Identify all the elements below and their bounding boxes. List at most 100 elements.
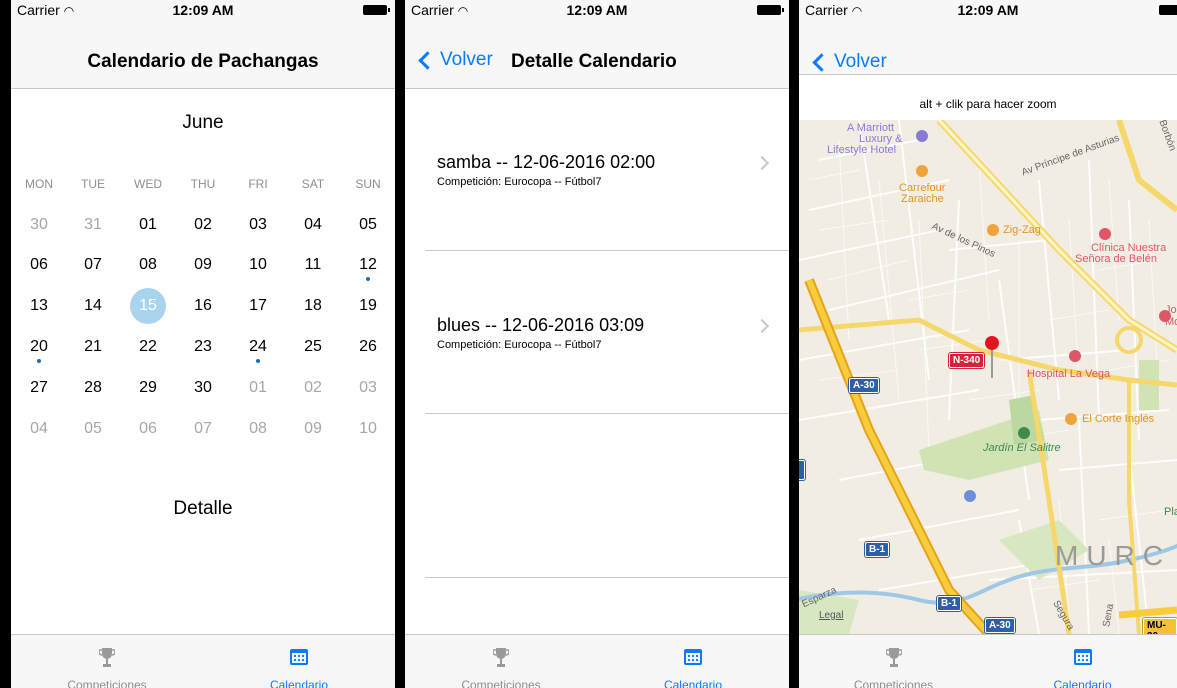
weekday-label: SUN: [355, 177, 381, 191]
calendar-day[interactable]: 06: [130, 411, 166, 447]
detail-label: Detalle: [173, 498, 233, 519]
calendar-day[interactable]: 17: [240, 288, 276, 324]
event-title: samba -- 12-06-2016 02:00: [437, 152, 656, 172]
calendar-day[interactable]: 19: [350, 288, 386, 324]
map-label: El Corte Inglés: [1082, 413, 1155, 425]
calendar-day[interactable]: 30: [185, 370, 221, 406]
tab-calendario[interactable]: Calendario: [988, 635, 1177, 688]
calendar-day[interactable]: 29: [130, 370, 166, 406]
map-screen: Carrier ◠ 12:09 AM Volver alt + clik para…: [799, 0, 1177, 688]
battery-icon: [363, 5, 390, 15]
trophy-icon: [99, 648, 115, 667]
map-label: Señora de Belén: [1075, 253, 1157, 265]
divider: [425, 250, 789, 251]
calendar-day[interactable]: 08: [240, 411, 276, 447]
calendar-day[interactable]: 22: [130, 329, 166, 365]
legal-link[interactable]: Legal: [819, 610, 843, 621]
calendar-day[interactable]: 28: [75, 370, 111, 406]
back-button[interactable]: Volver: [811, 51, 887, 73]
calendar-day[interactable]: 04: [21, 411, 57, 447]
event-dot: [256, 359, 260, 363]
calendar-day[interactable]: 08: [130, 247, 166, 283]
weekday-label: WED: [134, 177, 162, 191]
calendar-day[interactable]: 09: [185, 247, 221, 283]
map-label: Lifestyle Hotel: [827, 144, 897, 156]
detail-screen: Carrier ◠ 12:09 AM Volver Detalle Calenda…: [405, 0, 789, 688]
calendar-day[interactable]: 31: [75, 207, 111, 243]
battery-icon: [1159, 5, 1177, 15]
trophy-icon: [885, 648, 902, 667]
calendar-day[interactable]: 15: [130, 288, 166, 324]
calendar-day[interactable]: 18: [295, 288, 331, 324]
calendar-day[interactable]: 27: [21, 370, 57, 406]
weekday-header: MON TUE WED THU FRI SAT SUN: [11, 177, 395, 191]
calendar-day[interactable]: 05: [350, 207, 386, 243]
calendar-day[interactable]: 26: [350, 329, 386, 365]
status-bar: Carrier ◠ 12:09 AM: [405, 0, 789, 18]
calendar-day[interactable]: 21: [75, 329, 111, 365]
map-label: Zaraiche: [901, 193, 944, 205]
list-item[interactable]: blues -- 12-06-2016 03:09 Competición: E…: [405, 315, 789, 405]
calendar-day[interactable]: 05: [75, 411, 111, 447]
calendar-day[interactable]: 10: [240, 247, 276, 283]
road-shield-b1: B-1: [937, 596, 962, 611]
tab-calendario[interactable]: Calendario: [203, 635, 395, 688]
month-label: June: [182, 112, 224, 133]
tab-calendario[interactable]: Calendario: [597, 635, 789, 688]
calendar-day[interactable]: 06: [21, 247, 57, 283]
tab-label: Calendario: [663, 678, 723, 688]
hospital-icon: [1069, 350, 1081, 362]
calendar-day[interactable]: 11: [295, 247, 331, 283]
chevron-left-icon: [418, 50, 437, 70]
tab-bar: Competiciones Calendario: [405, 634, 789, 688]
tab-label: Competiciones: [461, 678, 541, 688]
tab-competiciones[interactable]: Competiciones: [405, 635, 597, 688]
tab-competiciones[interactable]: Competiciones: [799, 635, 988, 688]
road-shield-a30: A-30: [985, 618, 1015, 633]
chevron-right-icon: [754, 155, 770, 171]
calendar-day[interactable]: 03: [240, 207, 276, 243]
calendar-day[interactable]: 07: [75, 247, 111, 283]
event-dot: [37, 359, 41, 363]
calendar-day[interactable]: 04: [295, 207, 331, 243]
calendar-icon: [684, 649, 702, 665]
map-label: Jardín El Salitre: [983, 442, 1061, 454]
event-subtitle: Competición: Eurocopa -- Fútbol7: [437, 339, 602, 351]
calendar-day[interactable]: 07: [185, 411, 221, 447]
map-label: Hospital La Vega: [1027, 368, 1111, 380]
back-button[interactable]: Volver: [417, 49, 493, 71]
pin-head: [985, 336, 999, 350]
tab-bar: Competiciones Calendario: [799, 634, 1177, 688]
status-time: 12:09 AM: [566, 2, 628, 18]
list-item[interactable]: samba -- 12-06-2016 02:00 Competición: E…: [405, 152, 789, 242]
tab-competiciones[interactable]: Competiciones: [11, 635, 203, 688]
calendar-day[interactable]: 23: [185, 329, 221, 365]
calendar-day[interactable]: 09: [295, 411, 331, 447]
calendar-day[interactable]: 10: [350, 411, 386, 447]
calendar-day[interactable]: 02: [185, 207, 221, 243]
calendar-day[interactable]: 01: [130, 207, 166, 243]
calendar-day[interactable]: 25: [295, 329, 331, 365]
calendar-day[interactable]: 16: [185, 288, 221, 324]
shopping-icon: [1065, 413, 1077, 425]
zoom-hint: alt + clik para hacer zoom: [919, 97, 1057, 111]
nav-bar: Volver Detalle Calendario: [405, 18, 789, 89]
weekday-label: SAT: [301, 177, 325, 191]
calendar-day[interactable]: 03: [350, 370, 386, 406]
calendar-day[interactable]: 14: [75, 288, 111, 324]
calendar-day[interactable]: 30: [21, 207, 57, 243]
calendar-day[interactable]: 01: [240, 370, 276, 406]
calendar-day[interactable]: 02: [295, 370, 331, 406]
event-dot: [366, 277, 370, 281]
trophy-icon: [493, 648, 509, 667]
weekday-label: FRI: [248, 177, 268, 191]
calendar-icon: [1073, 649, 1092, 665]
location-pin-icon[interactable]: [984, 336, 1000, 380]
event-title: blues -- 12-06-2016 03:09: [437, 315, 645, 335]
map-view[interactable]: A Marriott Luxury & Lifestyle Hotel Carr…: [799, 120, 1177, 634]
shopping-icon: [987, 224, 999, 236]
battery-icon: [757, 5, 784, 15]
city-label: MURC: [1055, 540, 1171, 571]
chevron-right-icon: [754, 318, 770, 334]
calendar-day[interactable]: 13: [21, 288, 57, 324]
